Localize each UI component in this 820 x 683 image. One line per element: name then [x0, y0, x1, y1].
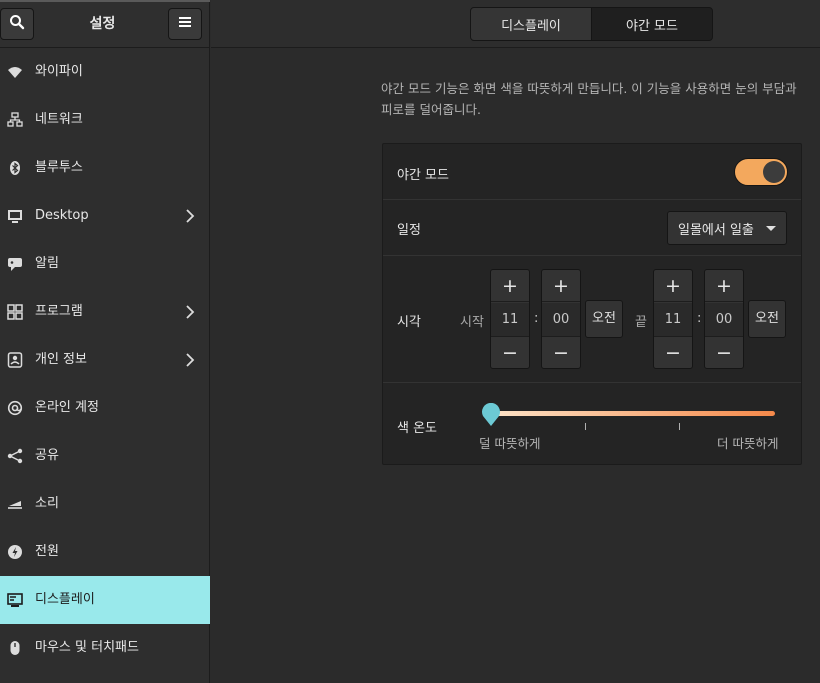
start-minute-value[interactable]: 00 [542, 303, 580, 337]
sidebar-item-power[interactable]: 전원 [0, 528, 210, 576]
sidebar-item-label: 마우스 및 터치패드 [35, 640, 139, 655]
sidebar-item-label: 알림 [35, 256, 59, 271]
schedule-value: 일몰에서 일출 [678, 222, 754, 238]
end-minute-spinner: + 00 − [704, 269, 744, 369]
main-header: 디스플레이 야간 모드 [211, 0, 820, 48]
sidebar-item-label: 네트워크 [35, 112, 83, 127]
schedule-label: 일정 [397, 223, 421, 238]
desktop-icon [7, 208, 23, 224]
chevron-right-icon [182, 304, 198, 320]
start-ampm-button[interactable]: 오전 [585, 300, 623, 338]
start-label: 시작 [460, 315, 484, 330]
tab-display[interactable]: 디스플레이 [470, 7, 592, 41]
end-minute-increment-button[interactable]: + [705, 270, 743, 302]
sidebar-item-label: 소리 [35, 496, 59, 511]
temperature-slider-track[interactable] [491, 411, 775, 416]
mouse-icon [7, 640, 23, 656]
start-hour-value[interactable]: 11 [491, 303, 529, 337]
apps-icon [7, 304, 23, 320]
end-hour-increment-button[interactable]: + [654, 270, 692, 302]
sidebar-item-network[interactable]: 네트워크 [0, 96, 210, 144]
start-minute-increment-button[interactable]: + [542, 270, 580, 302]
start-hour-decrement-button[interactable]: − [491, 336, 529, 368]
end-minute-decrement-button[interactable]: − [705, 336, 743, 368]
end-hour-spinner: + 11 − [653, 269, 693, 369]
end-ampm-button[interactable]: 오전 [748, 300, 786, 338]
slider-tick-mark [679, 423, 680, 430]
sidebar-item-sound[interactable]: 소리 [0, 480, 210, 528]
caret-down-icon [766, 226, 776, 231]
night-light-toggle-label: 야간 모드 [397, 168, 449, 183]
sidebar-item-sharing[interactable]: 공유 [0, 432, 210, 480]
start-hour-spinner: + 11 − [490, 269, 530, 369]
search-icon [9, 14, 25, 34]
sidebar-title: 설정 [89, 16, 116, 32]
sidebar-item-apps[interactable]: 프로그램 [0, 288, 210, 336]
network-icon [7, 112, 23, 128]
sidebar-item-label: 블루투스 [35, 160, 83, 175]
end-minute-value[interactable]: 00 [705, 303, 743, 337]
notifications-icon [7, 256, 23, 272]
schedule-dropdown[interactable]: 일몰에서 일출 [667, 211, 787, 245]
time-separator: : [697, 311, 702, 326]
sidebar-item-display[interactable]: 디스플레이 [0, 576, 210, 624]
wifi-icon [7, 64, 23, 80]
sidebar-header: 설정 [0, 0, 210, 48]
schedule-row: 일정 일몰에서 일출 [383, 200, 801, 256]
time-label: 시각 [397, 315, 421, 330]
sidebar-item-privacy[interactable]: 개인 정보 [0, 336, 210, 384]
temperature-min-label: 덜 따뜻하게 [479, 436, 541, 451]
sidebar-item-mouse[interactable]: 마우스 및 터치패드 [0, 624, 210, 672]
sound-icon [7, 496, 23, 512]
night-light-panel: 야간 모드 일정 일몰에서 일출 시각 시작 + 11 − : + 00 − 오… [382, 143, 802, 465]
end-hour-value[interactable]: 11 [654, 303, 692, 337]
switch-knob [763, 161, 785, 183]
start-minute-decrement-button[interactable]: − [542, 336, 580, 368]
bluetooth-icon [7, 160, 23, 176]
sidebar-item-online-accounts[interactable]: 온라인 계정 [0, 384, 210, 432]
sidebar-item-desktop[interactable]: Desktop [0, 192, 210, 240]
time-row: 시각 시작 + 11 − : + 00 − 오전 끝 + 11 − : + 00… [383, 256, 801, 383]
start-hour-increment-button[interactable]: + [491, 270, 529, 302]
start-minute-spinner: + 00 − [541, 269, 581, 369]
sidebar-item-label: 개인 정보 [35, 352, 87, 367]
privacy-icon [7, 352, 23, 368]
tab-night-light[interactable]: 야간 모드 [591, 7, 713, 41]
chevron-right-icon [182, 208, 198, 224]
sidebar-item-wifi[interactable]: 와이파이 [0, 48, 210, 96]
display-icon [7, 592, 23, 608]
hamburger-icon [179, 16, 191, 32]
sidebar: 설정 와이파이 네트워크 블루투스 Desktop 알림 프로그램 개인 정보 … [0, 0, 210, 683]
night-light-switch[interactable] [734, 158, 788, 186]
sidebar-item-label: 전원 [35, 544, 59, 559]
sidebar-item-bluetooth[interactable]: 블루투스 [0, 144, 210, 192]
sidebar-item-label: Desktop [35, 208, 89, 223]
sidebar-item-notifications[interactable]: 알림 [0, 240, 210, 288]
end-label: 끝 [635, 315, 647, 330]
night-light-toggle-row: 야간 모드 [383, 144, 801, 200]
sidebar-item-label: 온라인 계정 [35, 400, 99, 415]
sidebar-item-label: 프로그램 [35, 304, 83, 319]
temperature-label: 색 온도 [397, 421, 438, 436]
sidebar-list: 와이파이 네트워크 블루투스 Desktop 알림 프로그램 개인 정보 온라인… [0, 48, 210, 672]
temperature-slider-handle[interactable] [481, 402, 501, 426]
chevron-right-icon [182, 352, 198, 368]
sidebar-item-label: 디스플레이 [35, 592, 95, 607]
share-icon [7, 448, 23, 464]
night-light-description: 야간 모드 기능은 화면 색을 따뜻하게 만듭니다. 이 기능을 사용하면 눈의… [381, 81, 797, 117]
time-separator: : [534, 311, 539, 326]
menu-button[interactable] [168, 8, 202, 40]
power-icon [7, 544, 23, 560]
end-hour-decrement-button[interactable]: − [654, 336, 692, 368]
temperature-max-label: 더 따뜻하게 [717, 436, 779, 451]
search-button[interactable] [0, 8, 34, 40]
main-content: 디스플레이 야간 모드 야간 모드 기능은 화면 색을 따뜻하게 만듭니다. 이… [211, 0, 820, 683]
slider-tick-mark [585, 423, 586, 430]
sidebar-item-label: 와이파이 [35, 64, 83, 79]
sidebar-item-label: 공유 [35, 448, 59, 463]
at-icon [7, 400, 23, 416]
